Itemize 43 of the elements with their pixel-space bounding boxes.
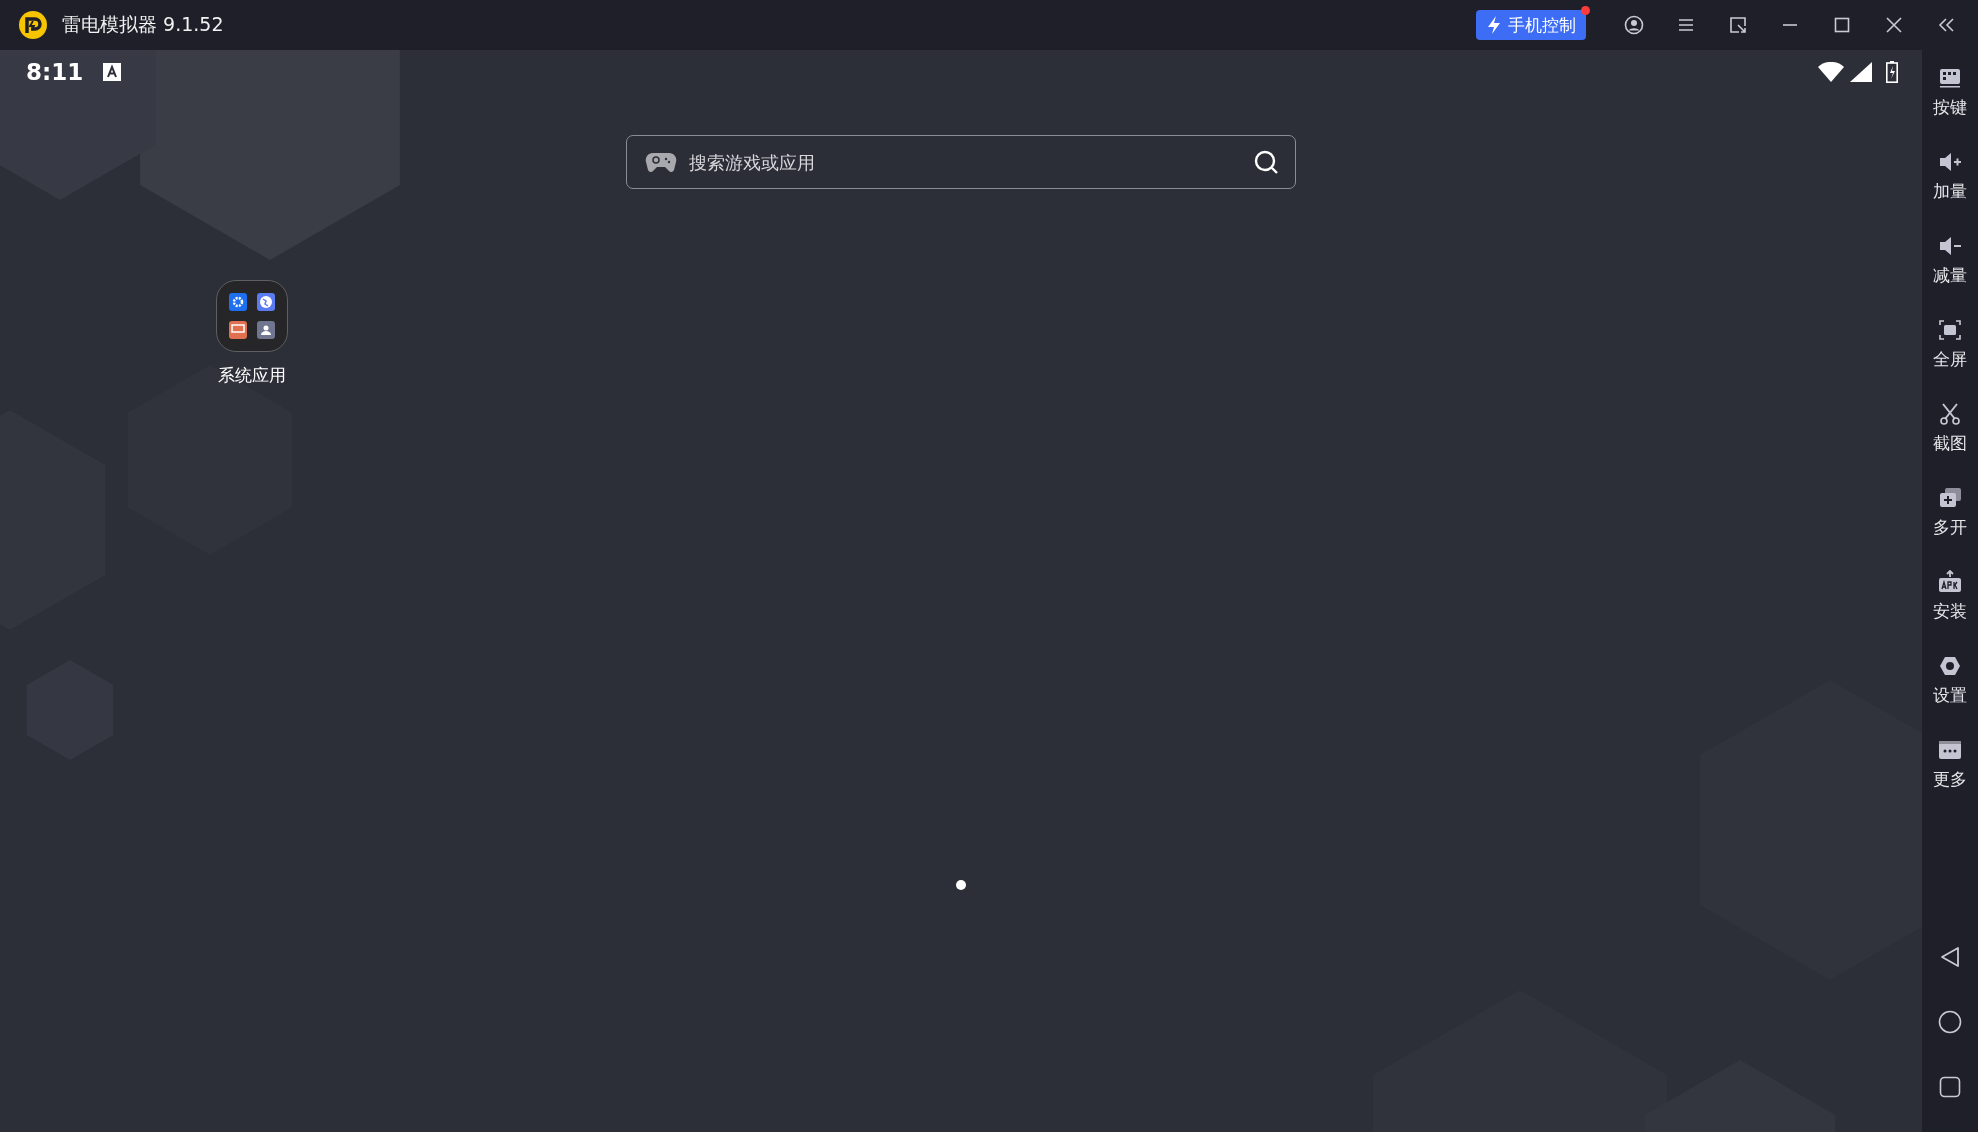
sidebar-tool[interactable]: 多开 <box>1933 486 1967 570</box>
search-icon <box>1253 149 1279 175</box>
sidebar-tool[interactable]: 减量 <box>1933 234 1967 318</box>
sidebar-tool[interactable]: 更多 <box>1933 738 1967 822</box>
keyboard-a-icon <box>103 63 122 81</box>
multi-window-icon <box>1937 486 1963 510</box>
sidebar-tool[interactable]: 设置 <box>1933 654 1967 738</box>
keyboard-icon <box>1937 66 1963 90</box>
lightning-icon <box>1486 15 1502 35</box>
more-icon <box>1937 738 1963 762</box>
sidebar-tool[interactable]: 全屏 <box>1933 318 1967 402</box>
double-chevron-left-icon <box>1937 17 1955 33</box>
volume-up-icon <box>1937 150 1963 174</box>
circle-home-icon <box>1938 1010 1962 1034</box>
apk-install-icon <box>1937 570 1963 594</box>
sidebar-tool[interactable]: 安装 <box>1933 570 1967 654</box>
folder-icon <box>216 280 288 352</box>
sidebar-tool[interactable]: 截图 <box>1933 402 1967 486</box>
fullscreen-icon <box>1937 318 1963 342</box>
volume-down-icon <box>1937 234 1963 258</box>
user-icon <box>1624 15 1644 35</box>
signal-icon <box>1850 62 1872 82</box>
sidebar-tool[interactable]: 按键 <box>1933 66 1967 150</box>
scissors-icon <box>1937 402 1963 426</box>
search-bar[interactable]: 搜索游戏或应用 <box>626 135 1296 189</box>
app-logo <box>18 10 48 40</box>
settings-icon <box>1937 654 1963 678</box>
search-field[interactable]: 搜索游戏或应用 <box>687 150 1243 174</box>
app-folder[interactable]: 系统应用 <box>216 280 288 387</box>
app-label: 系统应用 <box>218 364 286 387</box>
close-icon <box>1886 17 1902 33</box>
battery-charging-icon <box>1886 61 1898 83</box>
gamepad-icon <box>645 151 677 173</box>
minimize-icon <box>1782 23 1798 27</box>
sidebar-tool[interactable]: 加量 <box>1933 150 1967 234</box>
resize-window-icon <box>1729 16 1747 34</box>
square-recents-icon <box>1939 1076 1961 1098</box>
menu-icon <box>1677 17 1695 33</box>
status-time: 8:11 <box>26 59 84 85</box>
triangle-back-icon <box>1939 945 1961 969</box>
window-title: 雷电模拟器 9.1.52 <box>62 12 224 37</box>
maximize-icon <box>1834 17 1850 33</box>
wifi-icon <box>1818 62 1844 82</box>
